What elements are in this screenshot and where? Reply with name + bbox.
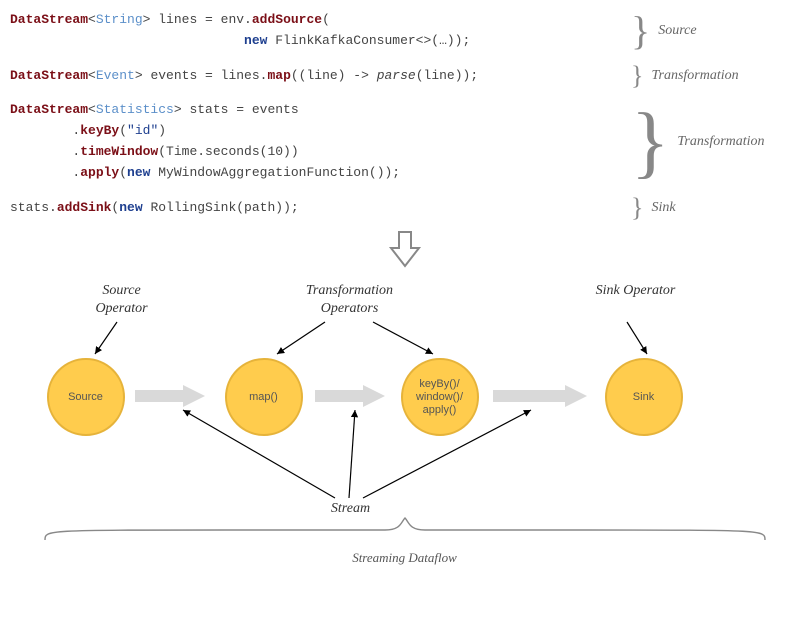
label-source: Source bbox=[658, 23, 696, 39]
txt: stats. bbox=[10, 200, 57, 215]
brace-icon: } bbox=[631, 126, 669, 158]
txt: MyWindowAggregationFunction()); bbox=[150, 165, 400, 180]
txt: (line)); bbox=[416, 68, 478, 83]
label-stream: Stream bbox=[321, 500, 381, 518]
brace-icon: } bbox=[631, 203, 643, 213]
generic-statistics: Statistics bbox=[96, 102, 174, 117]
method-apply: apply bbox=[80, 165, 119, 180]
txt: (Time.seconds(10)) bbox=[158, 144, 298, 159]
fn-parse: parse bbox=[377, 68, 416, 83]
indent: . bbox=[10, 165, 80, 180]
kw-datastream: DataStream bbox=[10, 12, 88, 27]
txt: ( bbox=[322, 12, 330, 27]
txt: ) bbox=[158, 123, 166, 138]
brace-icon: } bbox=[631, 71, 643, 81]
txt: > events = lines. bbox=[135, 68, 268, 83]
node-source: Source bbox=[47, 358, 125, 436]
code-block-transformation-1: DataStream<Event> events = lines.map((li… bbox=[10, 66, 799, 87]
label-transformation-operators: Transformation Operators bbox=[285, 282, 415, 317]
node-sink: Sink bbox=[605, 358, 683, 436]
label-streaming-dataflow: Streaming Dataflow bbox=[45, 550, 765, 566]
txt: > lines = env. bbox=[143, 12, 252, 27]
down-arrow-icon bbox=[387, 230, 423, 268]
kw-datastream: DataStream bbox=[10, 68, 88, 83]
generic-string: String bbox=[96, 12, 143, 27]
node-map: map() bbox=[225, 358, 303, 436]
kw-datastream: DataStream bbox=[10, 102, 88, 117]
txt: RollingSink(path)); bbox=[143, 200, 299, 215]
method-timewindow: timeWindow bbox=[80, 144, 158, 159]
str-id: "id" bbox=[127, 123, 158, 138]
label-transformation: Transformation bbox=[677, 134, 764, 150]
dataflow-diagram: Source Operator Transformation Operators… bbox=[25, 282, 785, 582]
txt: ( bbox=[119, 165, 127, 180]
flow-arrow-icon bbox=[135, 385, 207, 407]
label-sink: Sink bbox=[651, 200, 675, 216]
method-addsource: addSource bbox=[252, 12, 322, 27]
indent: . bbox=[10, 144, 80, 159]
brace-icon: } bbox=[631, 23, 650, 39]
diagram-wires bbox=[25, 282, 785, 582]
code-block-sink: stats.addSink(new RollingSink(path)); } … bbox=[10, 198, 799, 219]
txt: ((line) -> bbox=[291, 68, 377, 83]
txt: FlinkKafkaConsumer<>(…)); bbox=[267, 33, 470, 48]
label-sink-operator: Sink Operator bbox=[591, 282, 681, 300]
node-keyby-window-apply: keyBy()/ window()/ apply() bbox=[401, 358, 479, 436]
label-source-operator: Source Operator bbox=[77, 282, 167, 317]
flow-arrow-icon bbox=[315, 385, 387, 407]
code-block-transformation-2: DataStream<Statistics> stats = events .k… bbox=[10, 100, 799, 183]
generic-event: Event bbox=[96, 68, 135, 83]
code-section: DataStream<String> lines = env.addSource… bbox=[10, 10, 799, 218]
txt: > stats = events bbox=[174, 102, 299, 117]
indent: . bbox=[10, 123, 80, 138]
method-map: map bbox=[267, 68, 290, 83]
method-keyby: keyBy bbox=[80, 123, 119, 138]
kw-new: new bbox=[244, 33, 267, 48]
code-block-source: DataStream<String> lines = env.addSource… bbox=[10, 10, 799, 52]
kw-new: new bbox=[127, 165, 150, 180]
label-transformation: Transformation bbox=[651, 68, 738, 84]
kw-new: new bbox=[119, 200, 142, 215]
txt: ( bbox=[119, 123, 127, 138]
flow-arrow-icon bbox=[493, 385, 589, 407]
indent bbox=[10, 33, 244, 48]
method-addsink: addSink bbox=[57, 200, 112, 215]
